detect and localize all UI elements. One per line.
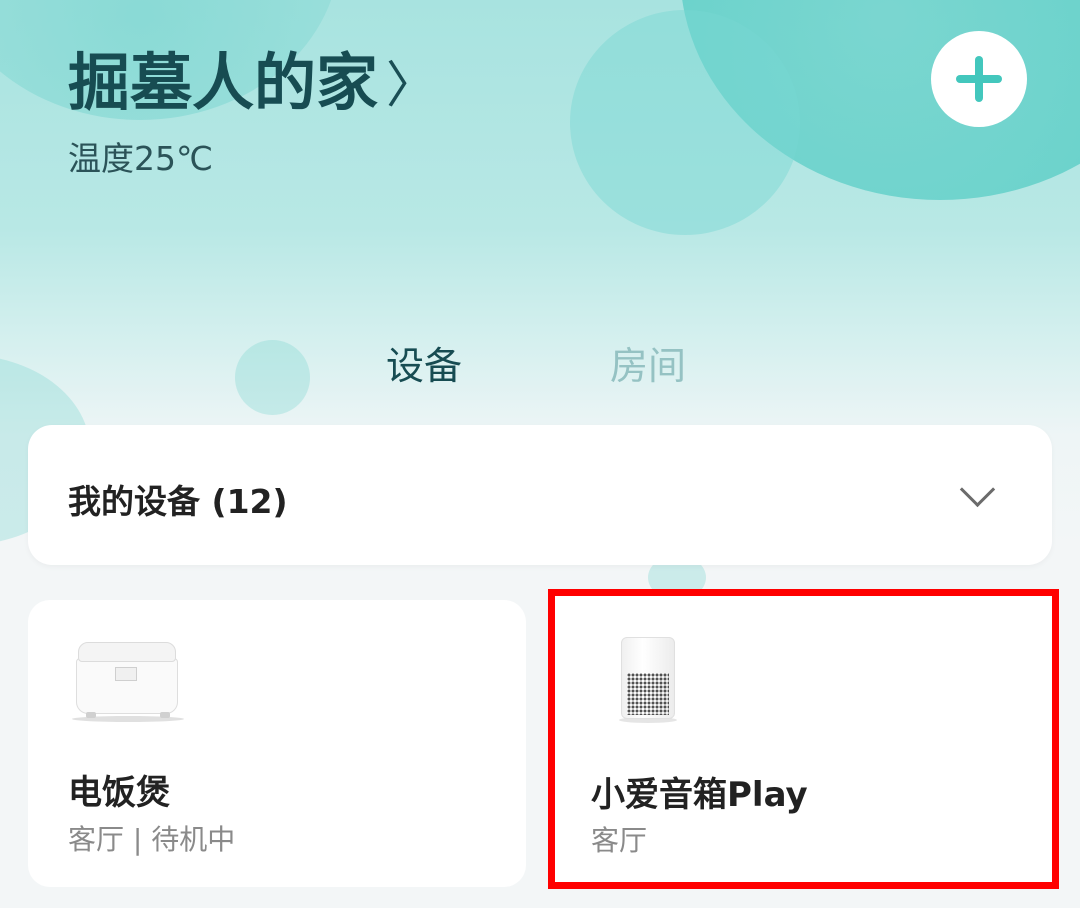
chevron-down-icon[interactable] <box>961 477 991 507</box>
device-card-rice-cooker[interactable]: 电饭煲 客厅 | 待机中 <box>28 600 526 887</box>
device-name: 电饭煲 <box>68 773 170 813</box>
add-device-button[interactable] <box>931 31 1027 127</box>
temperature-label: 温度25℃ <box>68 139 214 178</box>
device-name: 小爱音箱Play <box>591 775 808 815</box>
tab-rooms[interactable]: 房间 <box>610 335 686 390</box>
decorative-bubble <box>570 10 800 235</box>
device-status: 客厅 <box>591 824 648 857</box>
decorative-bubble <box>235 340 310 415</box>
home-name: 掘墓人的家 <box>68 46 379 119</box>
device-status: 客厅 | 待机中 <box>68 823 236 856</box>
tab-devices[interactable]: 设备 <box>386 335 462 390</box>
smart-speaker-image <box>619 637 677 723</box>
chevron-right-icon: 〉 <box>386 56 437 114</box>
home-switcher[interactable]: 掘墓人的家 〉 <box>68 32 436 122</box>
rice-cooker-image <box>72 638 184 722</box>
device-group-header[interactable]: 我的设备 (12) <box>28 425 1052 565</box>
device-card-smart-speaker[interactable]: 小爱音箱Play 客厅 <box>551 593 1055 885</box>
device-group-label: 我的设备 (12) <box>68 482 288 521</box>
plus-icon <box>956 56 1002 102</box>
